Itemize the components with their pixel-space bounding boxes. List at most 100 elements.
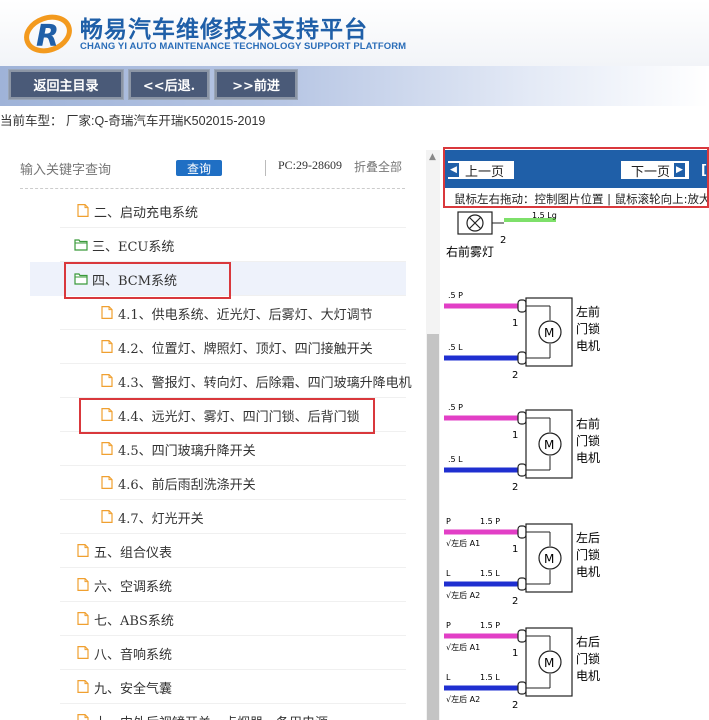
motor-symbol: M <box>544 326 554 340</box>
tree-item-label: 4.3、警报灯、转向灯、后除霜、四门玻璃升降电机 <box>118 375 412 391</box>
tree-item[interactable]: 4.7、灯光开关 <box>0 500 406 534</box>
wire-label: √左后 A2 <box>446 694 480 704</box>
document-icon <box>101 510 113 523</box>
document-icon <box>101 340 113 353</box>
search-bar: 查询 PC:29-28609 折叠全部 <box>20 158 412 184</box>
wire-label: 1.5 P <box>480 517 500 526</box>
search-divider <box>20 188 405 189</box>
tree-item[interactable]: 二、启动充电系统 <box>0 194 406 228</box>
tree-item[interactable]: 十、内外后视镜开关、点烟器、备用电源 <box>0 704 406 720</box>
folder-closed-icon <box>77 612 89 625</box>
tree-item-label: 4.2、位置灯、牌照灯、顶灯、四门接触开关 <box>118 341 373 357</box>
next-page-button[interactable]: 下一页 ▶ <box>620 160 690 180</box>
scroll-up-arrow-icon[interactable]: ▲ <box>429 152 436 162</box>
wire-label: .5 L <box>448 343 463 352</box>
folder-closed-icon <box>77 204 89 217</box>
viewer-hint: 鼠标左右拖动：控制图片位置 | 鼠标滚轮向上:放大 <box>444 188 709 208</box>
tree-item[interactable]: 六、空调系统 <box>0 568 406 602</box>
pc-code: PC:29-28609 <box>278 158 343 172</box>
wire-label: .5 P <box>448 403 463 412</box>
lamp-label: 右前雾灯 <box>446 244 494 259</box>
tree-item-label: 九、安全气囊 <box>94 681 173 697</box>
motor-symbol: M <box>544 552 554 566</box>
wire-label: .5 L <box>448 455 463 464</box>
scrollbar-thumb[interactable] <box>427 334 439 720</box>
tree-item-label: 4.4、远光灯、雾灯、四门门锁、后背门锁 <box>118 409 360 425</box>
wire-label: .5 P <box>448 291 463 300</box>
query-button[interactable]: 查询 <box>176 160 222 176</box>
folder-closed-icon <box>77 578 89 591</box>
tree-item[interactable]: 九、安全气囊 <box>0 670 406 704</box>
tree-item[interactable]: 4.4、远光灯、雾灯、四门门锁、后背门锁 <box>0 398 406 432</box>
tree-item-label: 二、启动充电系统 <box>94 205 199 221</box>
current-model: 当前车型： 厂家:Q-奇瑞汽车开瑞K502015-2019 <box>0 114 266 128</box>
viewer-nav-bar: ◀ 上一页 下一页 ▶ [ <box>444 150 709 188</box>
home-button[interactable]: 返回主目录 <box>8 69 124 100</box>
tree-item[interactable]: 五、组合仪表 <box>0 534 406 568</box>
tree-item-label: 十、内外后视镜开关、点烟器、备用电源 <box>94 712 328 720</box>
search-input[interactable] <box>20 158 160 182</box>
wire-label: L <box>446 569 451 578</box>
brand-subtitle: CHANG YI AUTO MAINTENANCE TECHNOLOGY SUP… <box>80 41 407 52</box>
tree-item-label: 五、组合仪表 <box>94 545 173 561</box>
motor-label: 右后 <box>576 634 600 649</box>
divider <box>265 160 266 176</box>
wire-label: L <box>446 673 451 682</box>
tree-item[interactable]: 4.1、供电系统、近光灯、后雾灯、大灯调节 <box>0 296 406 330</box>
document-icon <box>101 306 113 319</box>
motor-symbol: M <box>544 656 554 670</box>
pin-label: 2 <box>512 700 518 711</box>
motor-symbol: M <box>544 438 554 452</box>
tree-item[interactable]: 4.5、四门玻璃升降开关 <box>0 432 406 466</box>
arrow-right-icon: ▶ <box>674 163 686 177</box>
folder-open-icon <box>74 273 88 285</box>
prev-page-label: 上一页 <box>465 164 505 180</box>
toolbar: 返回主目录 <<后退. >>前进 <box>0 66 709 106</box>
pin-label: 2 <box>512 370 518 381</box>
back-button[interactable]: <<后退. <box>128 69 210 100</box>
folder-closed-icon <box>77 544 89 557</box>
wire-label: √左后 A1 <box>446 642 480 652</box>
brand-title: 畅易汽车维修技术支持平台 <box>80 17 368 43</box>
document-icon <box>101 476 113 489</box>
arrow-left-icon: ◀ <box>448 163 459 177</box>
wire-label: 1.5 L <box>480 569 500 578</box>
motor-label: 电机 <box>576 451 600 465</box>
tree-item[interactable]: 七、ABS系统 <box>0 602 406 636</box>
collapse-all-link[interactable]: 折叠全部 <box>354 158 402 175</box>
tree-item-label: 六、空调系统 <box>94 579 173 595</box>
motor-label: 电机 <box>576 339 600 353</box>
tree-item[interactable]: 4.3、警报灯、转向灯、后除霜、四门玻璃升降电机 <box>0 364 412 398</box>
document-icon <box>101 374 113 387</box>
motor-label: 门锁 <box>576 651 600 666</box>
motor-label: 门锁 <box>576 433 600 448</box>
next-page-label: 下一页 <box>631 164 671 180</box>
motor-label: 左前 <box>576 304 600 319</box>
wire-label: P <box>446 621 451 630</box>
pin-label: 1 <box>512 544 518 555</box>
document-icon <box>101 408 113 421</box>
pin-label: 1 <box>512 318 518 329</box>
wire-label: 1.5 L <box>480 673 500 682</box>
wire-label: √左后 A1 <box>446 538 480 548</box>
tree-item-label: 三、ECU系统 <box>92 239 175 255</box>
wire-label: 1.5 P <box>480 621 500 630</box>
tree-item[interactable]: 四、BCM系统 <box>30 262 406 296</box>
document-icon <box>101 442 113 455</box>
prev-page-button[interactable]: ◀ 上一页 <box>447 160 515 180</box>
forward-button[interactable]: >>前进 <box>214 69 298 100</box>
tree-item[interactable]: 4.6、前后雨刮洗涤开关 <box>0 466 406 500</box>
pin-label: 1 <box>512 430 518 441</box>
motor-label: 门锁 <box>576 547 600 562</box>
tree-item[interactable]: 三、ECU系统 <box>0 228 406 262</box>
folder-open-icon <box>74 239 88 251</box>
tree-item[interactable]: 八、音响系统 <box>0 636 406 670</box>
wire-label: 1.5 Lg <box>532 211 557 220</box>
tree-item[interactable]: 4.2、位置灯、牌照灯、顶灯、四门接触开关 <box>0 330 406 364</box>
tree-item-label: 七、ABS系统 <box>94 613 174 629</box>
logo-icon: R <box>24 14 72 54</box>
motor-label: 电机 <box>576 565 600 579</box>
folder-closed-icon <box>77 680 89 693</box>
svg-text:R: R <box>36 19 59 54</box>
wiring-diagram[interactable]: 1.5 Lg 2 右前雾灯 .5 P .5 L M 1 2 左前 门锁 电机 .5 P .5 LM12右… <box>444 150 709 720</box>
